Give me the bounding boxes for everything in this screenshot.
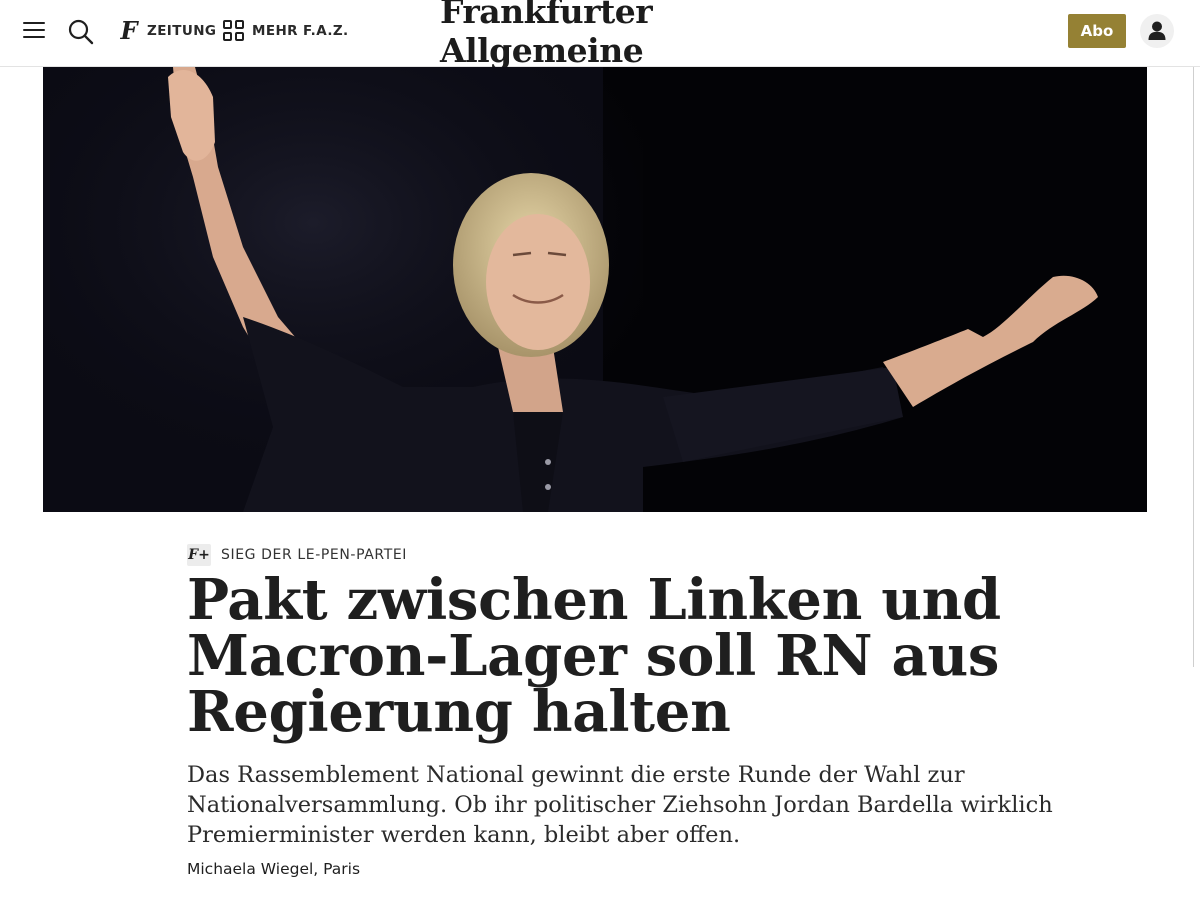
nav-zeitung-label: ZEITUNG xyxy=(147,23,217,39)
hero-image[interactable] xyxy=(43,67,1147,512)
site-header: F ZEITUNG MEHR F.A.Z. Frankfurter Allgem… xyxy=(0,0,1200,70)
page-edge-line xyxy=(1193,67,1194,667)
faz-logo[interactable]: Frankfurter Allgemeine xyxy=(440,0,750,70)
faz-f-icon: F xyxy=(120,16,138,45)
account-icon[interactable] xyxy=(1140,14,1174,48)
hero-photo-figure xyxy=(43,67,1098,512)
article-author[interactable]: Michaela Wiegel, Paris xyxy=(187,860,360,878)
grid-icon xyxy=(223,20,245,42)
fplus-icon: F+ xyxy=(187,544,211,566)
article-teaser: Das Rassemblement National gewinnt die e… xyxy=(187,762,1053,848)
nav-zeitung[interactable]: F ZEITUNG xyxy=(118,17,216,45)
nav-mehr-faz[interactable]: MEHR F.A.Z. xyxy=(223,17,349,45)
article-headline[interactable]: Pakt zwischen Linken und Macron-Lager so… xyxy=(187,572,1087,740)
abo-button[interactable]: Abo xyxy=(1068,14,1126,48)
search-icon[interactable] xyxy=(67,18,95,46)
article-kicker-row: F+ SIEG DER LE-PEN-PARTEI xyxy=(187,543,407,567)
nav-mehr-label: MEHR F.A.Z. xyxy=(252,23,349,39)
menu-icon[interactable] xyxy=(23,22,45,40)
article-kicker: SIEG DER LE-PEN-PARTEI xyxy=(221,547,408,563)
